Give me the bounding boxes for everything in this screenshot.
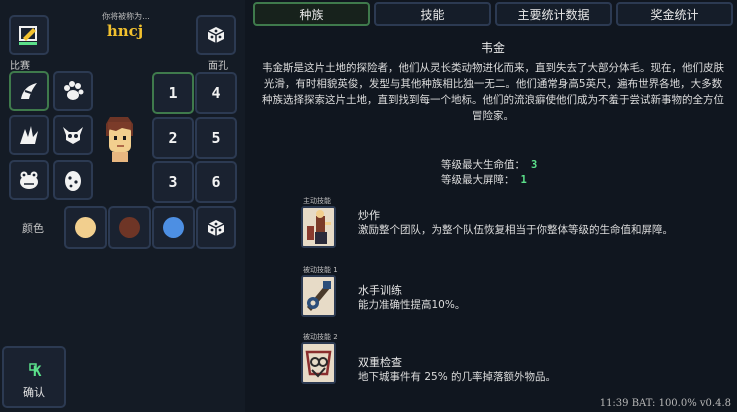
- rename-button[interactable]: [9, 15, 49, 55]
- stat-max-barrier-label: 等级最大屏障：: [441, 174, 515, 186]
- tab-skills[interactable]: 技能: [374, 2, 491, 26]
- color-swatch: [119, 217, 140, 238]
- confirm-button[interactable]: K 确认: [2, 346, 66, 408]
- stat-max-barrier: 等级最大屏障： 1: [441, 172, 527, 187]
- face-option-5[interactable]: 5: [195, 117, 237, 159]
- skill-caption: 被动技能 2: [303, 333, 338, 341]
- dice-icon: [207, 219, 225, 236]
- skill-caption: 主动技能: [303, 197, 331, 205]
- confirm-key-icon: K: [26, 361, 46, 381]
- skin-color-option-light[interactable]: [64, 206, 107, 249]
- skill-icon-hype: [301, 206, 336, 248]
- random-color-button[interactable]: [196, 206, 236, 249]
- race-label: 比赛: [10, 61, 30, 72]
- status-bar: 11:39 BAT: 100.0% v0.4.8: [599, 398, 731, 409]
- face-option-2[interactable]: 2: [152, 117, 194, 159]
- edit-name-icon: [19, 26, 37, 45]
- frog-icon: [20, 171, 38, 189]
- horned-skull-icon: [63, 127, 83, 144]
- color-label: 颜色: [22, 222, 44, 235]
- race-description: 韦金斯是这片土地的探险者，他们从灵长类动物进化而来，直到失去了大部分体毛。现在，…: [262, 62, 724, 122]
- skill-description: 地下城事件有 25% 的几率掉落额外物品。: [358, 371, 557, 383]
- skill-name: 双重检查: [358, 356, 402, 369]
- stat-max-hp: 等级最大生命值： 3: [441, 157, 537, 172]
- wing-icon: [20, 126, 38, 144]
- paw-icon: [64, 81, 84, 100]
- face-option-1[interactable]: 1: [152, 72, 194, 114]
- confirm-key-letter: K: [33, 364, 42, 380]
- double-check-skill-icon: [303, 344, 334, 382]
- skill-description: 激励整个团队，为整个队伍恢复相当于你整体等级的生命值和屏障。: [358, 224, 673, 236]
- race-option-egg[interactable]: [53, 160, 93, 200]
- race-option-wing[interactable]: [9, 115, 49, 155]
- skin-color-option-brown[interactable]: [108, 206, 151, 249]
- hype-skill-icon: [303, 208, 334, 246]
- face-option-4[interactable]: 4: [195, 72, 237, 114]
- color-swatch: [75, 217, 96, 238]
- skill-icon-double-check: [301, 342, 336, 384]
- tab-bonus-stats[interactable]: 奖金统计: [616, 2, 733, 26]
- vigen-race-icon: [21, 83, 37, 99]
- face-label: 面孔: [208, 61, 228, 72]
- face-option-3[interactable]: 3: [152, 161, 194, 203]
- tab-main-stats[interactable]: 主要统计数据: [495, 2, 612, 26]
- skill-name: 水手训练: [358, 284, 402, 297]
- randomize-button[interactable]: [196, 15, 236, 55]
- stat-max-hp-value: 3: [531, 159, 538, 171]
- stat-max-hp-label: 等级最大生命值：: [441, 159, 525, 171]
- face-option-6[interactable]: 6: [195, 161, 237, 203]
- egg-icon: [65, 171, 81, 191]
- race-option-frog[interactable]: [9, 160, 49, 200]
- race-option-vigen[interactable]: [9, 71, 49, 111]
- race-option-horned[interactable]: [53, 115, 93, 155]
- dice-icon: [207, 27, 225, 43]
- skill-description: 能力准确性提高10%。: [358, 299, 466, 311]
- skill-name: 炒作: [358, 209, 380, 222]
- skill-icon-sailor-training: [301, 275, 336, 317]
- skin-color-option-blue[interactable]: [152, 206, 195, 249]
- color-swatch: [163, 217, 184, 238]
- character-portrait: [98, 114, 140, 162]
- name-prompt: 你将被称为...: [102, 12, 150, 21]
- tab-race[interactable]: 种族: [253, 2, 370, 26]
- telescope-skill-icon: [303, 277, 334, 315]
- skill-caption: 被动技能 1: [303, 266, 338, 274]
- race-name: 韦金: [480, 41, 505, 55]
- player-name[interactable]: hncj: [100, 22, 150, 40]
- race-option-paw[interactable]: [53, 71, 93, 111]
- confirm-label: 确认: [23, 386, 45, 399]
- stat-max-barrier-value: 1: [520, 174, 527, 186]
- character-face-icon: [106, 117, 133, 162]
